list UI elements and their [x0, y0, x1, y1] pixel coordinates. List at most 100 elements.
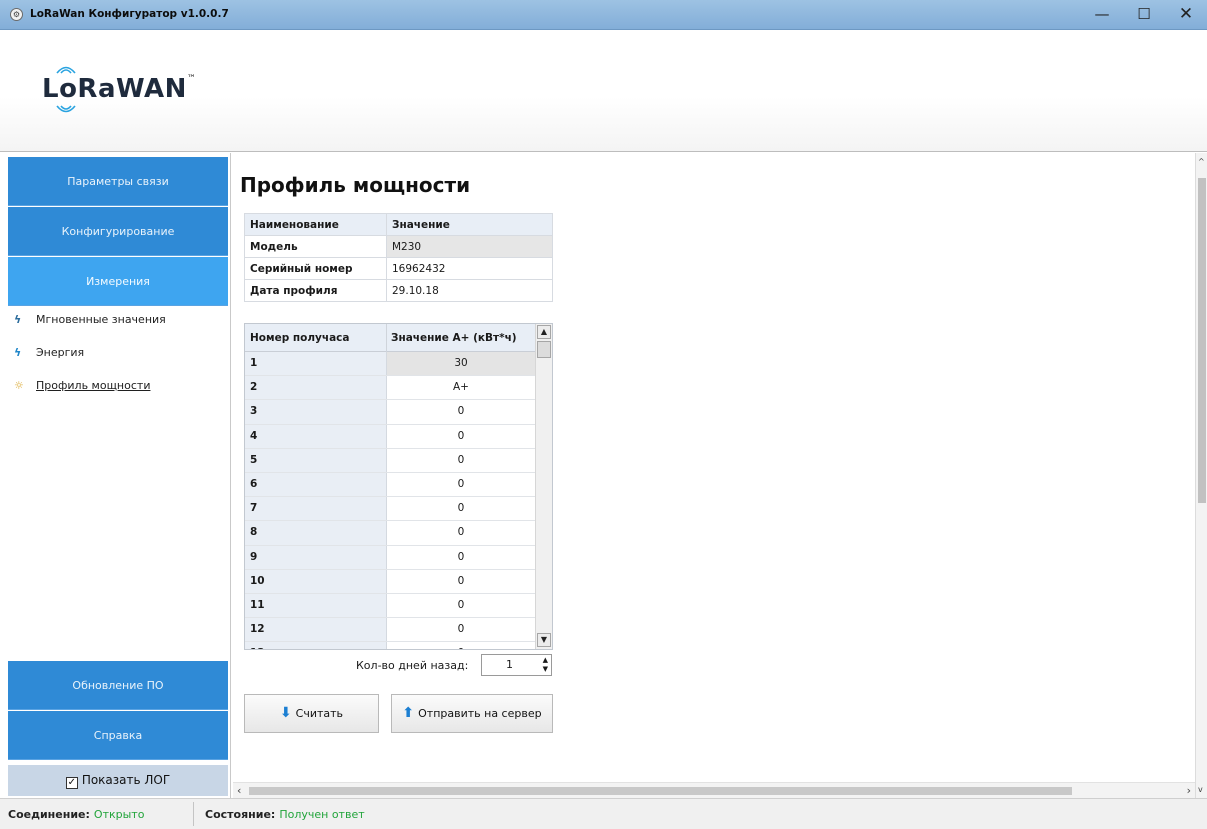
- signal-waves-icon: [56, 66, 76, 74]
- download-arrow-icon: ⬇: [279, 705, 292, 721]
- close-button[interactable]: ✕: [1166, 0, 1206, 30]
- table-row[interactable]: 40: [245, 424, 535, 449]
- table-row[interactable]: 70: [245, 497, 535, 522]
- energy-value[interactable]: 0: [387, 400, 535, 423]
- table-row[interactable]: 130: [245, 352, 535, 377]
- scroll-thumb[interactable]: [249, 787, 1072, 795]
- checkbox-checked-icon: ✓: [65, 777, 78, 789]
- power-profile-table[interactable]: Номер получаса Значение А+ (кВт*ч) 1 30 2 A…: [244, 323, 553, 650]
- show-log-checkbox[interactable]: ✓ Показать ЛОГ: [8, 765, 228, 796]
- maximize-button[interactable]: ☐: [1124, 0, 1164, 30]
- sidebar-item-energy[interactable]: ϟ Энергия: [14, 346, 84, 366]
- half-hour-number: 3: [245, 400, 387, 424]
- energy-value[interactable]: 0: [387, 497, 535, 520]
- energy-value[interactable]: 0: [387, 546, 535, 569]
- minimize-button[interactable]: —: [1082, 0, 1122, 30]
- table-row[interactable]: 80: [245, 521, 535, 546]
- energy-value[interactable]: 0: [387, 594, 535, 617]
- main-panel: Профиль мощности Наименование Значение М…: [231, 153, 1207, 798]
- energy-value[interactable]: 0: [387, 473, 535, 496]
- nav-connection-params[interactable]: Параметры связи: [8, 157, 228, 206]
- page-horizontal-scrollbar[interactable]: ‹ ›: [233, 782, 1195, 798]
- sidebar: Параметры связи Конфигурирование Измерен…: [0, 153, 231, 798]
- energy-value[interactable]: 0: [387, 449, 535, 472]
- half-hour-number: 8: [245, 521, 387, 545]
- table-row[interactable]: Серийный номер 16962432: [244, 257, 553, 280]
- energy-value[interactable]: 0: [387, 618, 535, 641]
- nav-firmware-update[interactable]: Обновление ПО: [8, 661, 228, 710]
- scroll-up-icon[interactable]: ▲: [537, 325, 551, 339]
- table-row[interactable]: 12 0: [245, 618, 535, 643]
- sidebar-item-label: Мгновенные значения: [36, 313, 166, 326]
- half-hour-number: 1: [245, 352, 387, 376]
- nav-measurements[interactable]: Измерения: [8, 257, 228, 306]
- row-value[interactable]: M230: [386, 235, 553, 258]
- sidebar-item-power-profile[interactable]: ☼ Профиль мощности: [14, 379, 150, 399]
- connection-value: Открыто: [93, 808, 145, 821]
- table-row[interactable]: 11 0: [245, 593, 535, 619]
- scroll-thumb[interactable]: [537, 341, 551, 358]
- table-body: 1302A+30405060708090100110120130: [245, 352, 535, 649]
- nav-configuration[interactable]: Конфигурирование: [8, 207, 228, 256]
- nav-help[interactable]: Справка: [8, 711, 228, 760]
- half-hour-number: 6: [245, 472, 387, 497]
- upload-arrow-icon: ⬆: [402, 705, 415, 721]
- table-row[interactable]: 2 A+: [245, 376, 535, 401]
- row-key: Дата профиля: [244, 279, 387, 302]
- table-row[interactable]: 50: [245, 448, 535, 473]
- table-row[interactable]: 90: [245, 545, 535, 570]
- scroll-down-icon[interactable]: ▼: [537, 633, 551, 647]
- scroll-down-icon[interactable]: v: [1198, 785, 1203, 794]
- row-value[interactable]: 29.10.18: [386, 279, 553, 302]
- row-key: Серийный номер: [244, 257, 387, 280]
- read-button-label: Считать: [295, 707, 344, 720]
- table-row[interactable]: 130: [245, 642, 535, 649]
- days-back-stepper[interactable]: 1 ▲ ▼: [481, 654, 552, 676]
- page-vertical-scrollbar[interactable]: ^ v: [1195, 153, 1207, 798]
- table-scrollbar[interactable]: ▲ ▼: [535, 324, 552, 649]
- row-value[interactable]: 16962432: [386, 257, 553, 280]
- column-header: Номер получаса: [250, 332, 350, 344]
- table-row[interactable]: Модель M230: [244, 235, 553, 258]
- sidebar-item-label: Профиль мощности: [36, 379, 151, 392]
- spinner-arrows-icon[interactable]: ▲ ▼: [543, 656, 548, 674]
- energy-value[interactable]: 0: [387, 570, 535, 593]
- column-header: Значение А+ (кВт*ч): [391, 332, 517, 344]
- energy-value[interactable]: 0: [387, 642, 535, 649]
- table-row[interactable]: 60: [245, 472, 535, 498]
- connection-label: Соединение:: [8, 808, 90, 821]
- energy-value[interactable]: 0: [387, 521, 535, 544]
- scroll-left-icon[interactable]: ‹: [237, 784, 241, 797]
- status-divider: [193, 802, 194, 826]
- app-icon: ⚙: [10, 8, 23, 21]
- read-button[interactable]: ⬇ Считать: [244, 694, 379, 733]
- table-row[interactable]: 10 0: [245, 569, 535, 594]
- table-header: Номер получаса Значение А+ (кВт*ч): [245, 324, 535, 352]
- lightning-icon: ϟ: [14, 346, 22, 359]
- sidebar-item-instant-values[interactable]: ϟ Мгновенные значения: [14, 313, 166, 333]
- table-row[interactable]: Дата профиля 29.10.18: [244, 279, 553, 302]
- half-hour-number: 12: [245, 618, 387, 642]
- logo-text: LoRaWAN: [42, 74, 187, 104]
- half-hour-number: 7: [245, 497, 387, 521]
- page-title: Профиль мощности: [240, 173, 471, 197]
- half-hour-number: 2: [245, 376, 387, 400]
- connection-status: Соединение: Открыто: [8, 808, 144, 821]
- energy-value[interactable]: A+: [387, 376, 535, 399]
- send-button-label: Отправить на сервер: [418, 707, 542, 720]
- energy-value[interactable]: 0: [387, 425, 535, 448]
- send-to-server-button[interactable]: ⬆ Отправить на сервер: [391, 694, 553, 733]
- scroll-up-icon[interactable]: ^: [1198, 157, 1205, 166]
- energy-value[interactable]: 30: [387, 352, 535, 376]
- sun-icon: ☼: [14, 379, 24, 392]
- scroll-thumb[interactable]: [1198, 178, 1206, 503]
- half-hour-number: 9: [245, 545, 387, 569]
- title-bar: ⚙ LoRaWan Конфигуратор v1.0.0.7 — ☐ ✕: [0, 0, 1207, 30]
- column-header: Наименование: [244, 213, 387, 236]
- column-header: Значение: [386, 213, 553, 236]
- days-back-value: 1: [506, 658, 513, 671]
- table-row[interactable]: 30: [245, 400, 535, 425]
- scroll-right-icon[interactable]: ›: [1187, 784, 1191, 797]
- device-info-table: Наименование Значение Модель M230 Серийн…: [244, 213, 553, 302]
- column-separator: [386, 324, 387, 352]
